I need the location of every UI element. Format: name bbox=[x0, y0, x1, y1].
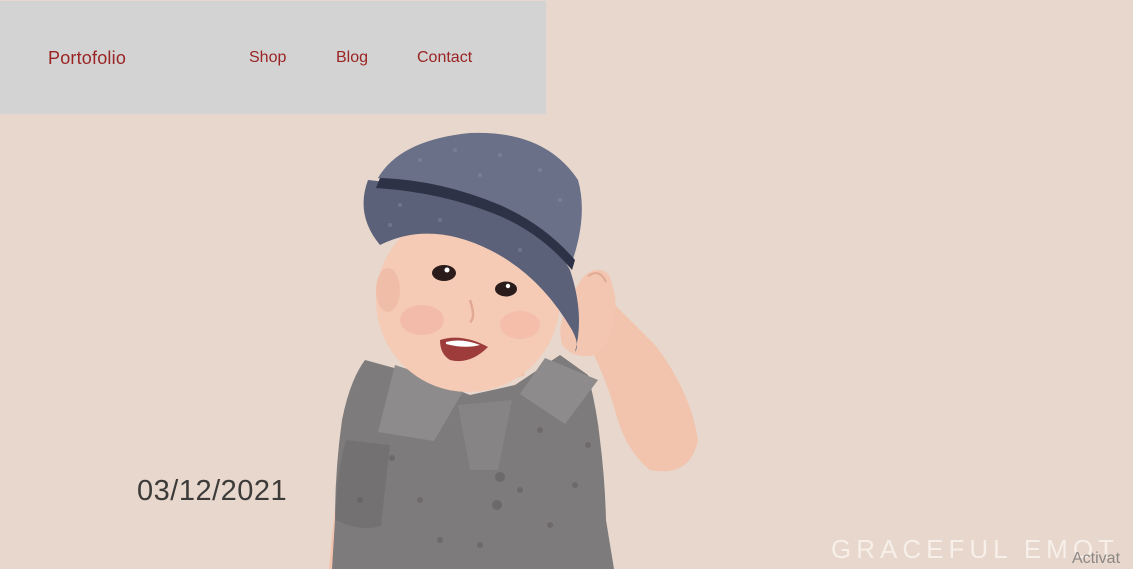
nav-link-contact[interactable]: Contact bbox=[417, 49, 472, 67]
hero-date: 03/12/2021 bbox=[137, 475, 288, 507]
hero-section: Portofolio Shop Blog Contact 03/12/2021 … bbox=[0, 0, 1133, 569]
nav-link-shop[interactable]: Shop bbox=[249, 49, 286, 67]
nav-link-blog[interactable]: Blog bbox=[336, 49, 368, 67]
brand-logo[interactable]: Portofolio bbox=[48, 48, 126, 69]
top-nav: Portofolio Shop Blog Contact bbox=[0, 1, 546, 114]
activation-watermark: Activat bbox=[1072, 550, 1121, 567]
